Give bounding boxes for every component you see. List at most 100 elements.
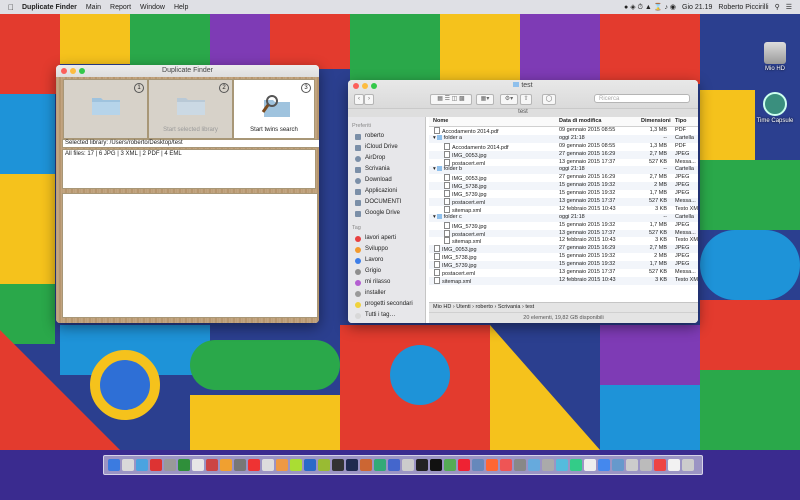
table-row[interactable]: postacert.eml 13 gennaio 2015 17:37 527 KB… — [429, 158, 698, 167]
spotlight-icon[interactable]: ⚲ — [775, 3, 780, 11]
table-row[interactable]: ▾ folder b oggi 21:18 -- Cartella — [429, 166, 698, 175]
sidebar-item-applicazioni[interactable]: Applicazioni — [348, 186, 425, 197]
table-row[interactable]: sitemap.xml 12 febbraio 2015 10:43 3 KB Tes… — [429, 205, 698, 214]
dock-app-icon[interactable] — [416, 459, 428, 471]
dock-app-icon[interactable] — [570, 459, 582, 471]
column-type[interactable]: Tipo — [675, 118, 687, 124]
dock-app-icon[interactable] — [332, 459, 344, 471]
table-row[interactable]: Accodamento 2014.pdf 09 gennaio 2015 08:5… — [429, 127, 698, 135]
share-icon[interactable]: ⇧ — [520, 94, 532, 105]
menu-app-name[interactable]: Duplicate Finder — [22, 4, 77, 11]
dock-app-icon[interactable] — [486, 459, 498, 471]
clock[interactable]: Gio 21.19 — [682, 4, 712, 11]
dock-app-icon[interactable] — [346, 459, 358, 471]
sidebar-tag-mi-rilasso[interactable]: mi rilasso — [348, 277, 425, 288]
table-row[interactable]: IMG_0053.jpg 27 gennaio 2015 16:29 2,7 MB J… — [429, 245, 698, 253]
table-row[interactable]: sitemap.xml 12 febbraio 2015 10:43 3 KB Tes… — [429, 276, 698, 285]
dock-app-icon[interactable] — [500, 459, 512, 471]
disclosure-triangle-icon[interactable]: ▾ — [433, 214, 436, 220]
sidebar-tag-installer[interactable]: installer — [348, 288, 425, 299]
apple-menu-icon[interactable]:  — [0, 3, 22, 12]
search-input[interactable]: Ricerca — [594, 94, 690, 103]
dock-app-icon[interactable] — [654, 459, 666, 471]
results-panel[interactable] — [62, 193, 318, 318]
sidebar-item-scrivania[interactable]: Scrivania — [348, 164, 425, 175]
dock-app-icon[interactable] — [122, 459, 134, 471]
status-icons[interactable]: ● ◈ ⏱ ▲ ⌛ ♪ ◉ — [624, 3, 676, 12]
step-1-select-library[interactable]: 1 — [63, 79, 148, 139]
desktop-icon-mio-hd[interactable]: Mio HD — [752, 42, 798, 72]
sidebar-tag-all[interactable]: Tutti i tag… — [348, 310, 425, 321]
dock-app-icon[interactable] — [192, 459, 204, 471]
menu-help[interactable]: Help — [174, 4, 188, 11]
table-row[interactable]: IMG_0053.jpg 27 gennaio 2015 16:29 2,7 MB J… — [429, 150, 698, 159]
sidebar-tag-progetti-secondari[interactable]: progetti secondari — [348, 299, 425, 310]
menu-main[interactable]: Main — [86, 4, 101, 11]
dock-app-icon[interactable] — [304, 459, 316, 471]
breadcrumb-item[interactable]: test — [525, 304, 534, 310]
dock-app-icon[interactable] — [248, 459, 260, 471]
dock-app-icon[interactable] — [150, 459, 162, 471]
table-row[interactable]: postacert.eml 13 gennaio 2015 17:37 527 KB… — [429, 198, 698, 206]
forward-button[interactable]: › — [364, 94, 374, 105]
tag-icon[interactable]: ◯ — [542, 94, 556, 105]
sidebar-item-airdrop[interactable]: AirDrop — [348, 153, 425, 164]
dock-app-icon[interactable] — [514, 459, 526, 471]
breadcrumb-item[interactable]: Mio HD — [433, 304, 451, 310]
column-name[interactable]: Nome — [433, 118, 448, 124]
dock-app-icon[interactable] — [556, 459, 568, 471]
dock-app-icon[interactable] — [220, 459, 232, 471]
dock-app-icon[interactable] — [374, 459, 386, 471]
table-row[interactable]: IMG_5738.jpg 15 gennaio 2015 19:32 2 MB JPE… — [429, 182, 698, 190]
column-date[interactable]: Data di modifica — [559, 118, 601, 124]
dock-app-icon[interactable] — [598, 459, 610, 471]
table-row[interactable]: sitemap.xml 12 febbraio 2015 10:43 3 KB Tes… — [429, 237, 698, 245]
table-row[interactable]: postacert.eml 13 gennaio 2015 17:37 527 KB… — [429, 269, 698, 277]
dock-app-icon[interactable] — [682, 459, 694, 471]
dock-app-icon[interactable] — [402, 459, 414, 471]
notification-center-icon[interactable]: ☰ — [786, 3, 792, 11]
step-2-start-library[interactable]: 2 Start selected library — [148, 79, 233, 139]
table-row[interactable]: IMG_5739.jpg 15 gennaio 2015 19:32 1,7 MB J… — [429, 221, 698, 230]
breadcrumb-item[interactable]: roberto — [476, 304, 493, 310]
dock-app-icon[interactable] — [430, 459, 442, 471]
dock-app-icon[interactable] — [612, 459, 624, 471]
table-row[interactable]: Accodamento 2014.pdf 09 gennaio 2015 08:5… — [429, 142, 698, 151]
menu-report[interactable]: Report — [110, 4, 131, 11]
disclosure-triangle-icon[interactable]: ▾ — [433, 166, 436, 172]
dock-app-icon[interactable] — [668, 459, 680, 471]
dock-app-icon[interactable] — [108, 459, 120, 471]
dock-app-icon[interactable] — [290, 459, 302, 471]
dock-app-icon[interactable] — [262, 459, 274, 471]
table-row[interactable]: ▾ folder a oggi 21:18 -- Cartella — [429, 134, 698, 143]
arrange-button[interactable]: ▦▾ — [476, 94, 494, 105]
sidebar-tag-lavoro[interactable]: Lavoro — [348, 255, 425, 266]
sidebar-tag-grigio[interactable]: Grigio — [348, 266, 425, 277]
dock-app-icon[interactable] — [542, 459, 554, 471]
dock-app-icon[interactable] — [584, 459, 596, 471]
dock-app-icon[interactable] — [472, 459, 484, 471]
dock-app-icon[interactable] — [626, 459, 638, 471]
desktop-icon-time-capsule[interactable]: Time Capsule — [752, 92, 798, 124]
dock-app-icon[interactable] — [178, 459, 190, 471]
table-row[interactable]: ▾ folder c oggi 21:18 -- Cartella — [429, 213, 698, 222]
sidebar-item-google-drive[interactable]: Google Drive — [348, 208, 425, 219]
path-tab[interactable]: test — [348, 108, 698, 117]
dock-app-icon[interactable] — [444, 459, 456, 471]
dock-app-icon[interactable] — [234, 459, 246, 471]
action-gear-icon[interactable]: ⚙▾ — [500, 94, 518, 105]
dock-app-icon[interactable] — [206, 459, 218, 471]
dock-app-icon[interactable] — [458, 459, 470, 471]
breadcrumb-item[interactable]: Utenti — [456, 304, 470, 310]
dock-app-icon[interactable] — [528, 459, 540, 471]
user-name[interactable]: Roberto Piccirilli — [718, 4, 768, 11]
table-row[interactable]: postacert.eml 13 gennaio 2015 17:37 527 KB… — [429, 229, 698, 238]
dock-app-icon[interactable] — [276, 459, 288, 471]
breadcrumb-item[interactable]: Scrivania — [498, 304, 521, 310]
sidebar-item-download[interactable]: Download — [348, 175, 425, 186]
column-size[interactable]: Dimensioni — [641, 118, 671, 124]
dock-app-icon[interactable] — [640, 459, 652, 471]
sidebar-item-documenti[interactable]: DOCUMENTI — [348, 197, 425, 208]
sidebar-item-roberto[interactable]: roberto — [348, 131, 425, 142]
table-row[interactable]: IMG_5739.jpg 15 gennaio 2015 19:32 1,7 MB J… — [429, 261, 698, 269]
